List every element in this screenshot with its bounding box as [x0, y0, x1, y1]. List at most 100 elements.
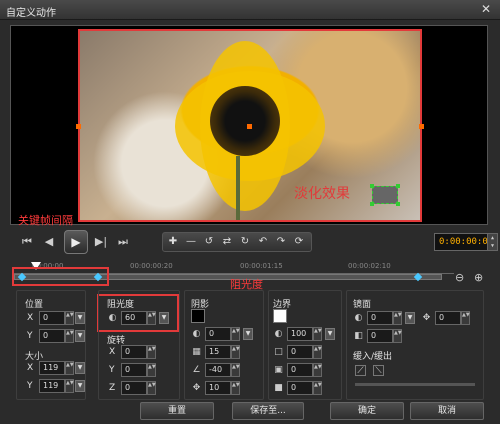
shadow-distance-spinner[interactable]: ▲▼	[231, 381, 240, 395]
size-x-label: X	[27, 363, 34, 373]
center-handle[interactable]	[247, 124, 252, 129]
shadow-angle-spinner[interactable]: ▲▼	[231, 363, 240, 377]
add-keyframe-icon[interactable]: ✚	[165, 236, 181, 250]
shadow-opacity-field[interactable]: 0	[205, 327, 231, 341]
border-width-icon: □	[274, 347, 283, 357]
border-soft-spinner[interactable]: ▲▼	[313, 363, 322, 377]
size-y-dropdown[interactable]: ▼	[75, 380, 85, 392]
position-y-field[interactable]: 0	[39, 329, 65, 343]
cancel-button[interactable]: 取消	[410, 402, 484, 420]
ease-out-icon[interactable]: ⟍	[373, 365, 384, 376]
size-y-spinner[interactable]: ▲▼	[65, 379, 74, 393]
mirror-opacity-field[interactable]: 0	[367, 311, 393, 325]
position-x-field[interactable]: 0	[39, 311, 65, 325]
ease-slider[interactable]	[355, 383, 475, 386]
zoom-in-icon[interactable]: ⊕	[474, 271, 483, 284]
prev-frame-icon[interactable]: ◀	[40, 234, 58, 250]
shadow-blur-field[interactable]: 15	[205, 345, 231, 359]
shadow-blur-icon: ▦	[192, 347, 201, 357]
save-as-button[interactable]: 保存至...	[232, 402, 304, 420]
timecode-value: 0:00:00:03	[439, 237, 494, 247]
border-soft-icon: ▣	[274, 365, 283, 375]
rotation-y-spinner[interactable]: ▲▼	[147, 363, 156, 377]
mirror-opacity-dropdown[interactable]: ▼	[405, 312, 415, 324]
border-corner-field[interactable]: 0	[287, 381, 313, 395]
rotation-y-field[interactable]: 0	[121, 363, 147, 377]
border-opacity-field[interactable]: 100	[287, 327, 313, 341]
size-x-spinner[interactable]: ▲▼	[65, 361, 74, 375]
reverse-icon[interactable]: ↺	[201, 236, 217, 250]
opacity-icon: ◐	[108, 313, 117, 323]
refresh-icon[interactable]: ⟳	[291, 236, 307, 250]
transport-bar: ⏮ ◀ ▶ ▶| ⏭ ✚ — ↺ ⇄ ↻ ↶ ↷ ⟳ 0:00:00:03 ▲ ▼	[14, 230, 498, 254]
border-color-swatch[interactable]	[273, 309, 287, 323]
shadow-blur-spinner[interactable]: ▲▼	[231, 345, 240, 359]
footer-bar: 重置 保存至... 确定 取消	[0, 400, 500, 424]
opacity-spinner[interactable]: ▲▼	[147, 311, 156, 325]
border-opacity-dropdown[interactable]: ▼	[325, 328, 335, 340]
keyframe-toolbar: ✚ — ↺ ⇄ ↻ ↶ ↷ ⟳	[162, 232, 312, 252]
title-bar: 自定义动作 ✕	[0, 0, 500, 20]
mirror-opacity-spinner[interactable]: ▲▼	[393, 311, 402, 325]
resize-handle-left[interactable]	[76, 124, 81, 129]
undo-icon[interactable]: ↶	[255, 236, 271, 250]
size-x-field[interactable]: 119	[39, 361, 65, 375]
go-start-icon[interactable]: ⏮	[18, 234, 36, 250]
sunflower-stem	[236, 156, 240, 220]
rotation-x-field[interactable]: 0	[121, 345, 147, 359]
opacity-dropdown[interactable]: ▼	[159, 312, 169, 324]
size-y-label: Y	[27, 381, 33, 391]
shadow-distance-field[interactable]: 10	[205, 381, 231, 395]
rotation-y-label: Y	[109, 365, 115, 375]
keyframe-interval-highlight	[12, 267, 109, 286]
mirror-offset-spinner[interactable]: ▲▼	[461, 311, 470, 325]
rotate-icon[interactable]: ↻	[237, 236, 253, 250]
size-y-field[interactable]: 119	[39, 379, 65, 393]
play-button[interactable]: ▶	[64, 230, 88, 254]
position-x-dropdown[interactable]: ▼	[75, 312, 85, 324]
reset-button[interactable]: 重置	[140, 402, 214, 420]
shadow-angle-field[interactable]: -40	[205, 363, 231, 377]
close-icon[interactable]: ✕	[478, 2, 494, 17]
shadow-opacity-spinner[interactable]: ▲▼	[231, 327, 240, 341]
redo-icon[interactable]: ↷	[273, 236, 289, 250]
mirror-fade-icon: ◧	[354, 331, 363, 341]
position-x-spinner[interactable]: ▲▼	[65, 311, 74, 325]
position-y-spinner[interactable]: ▲▼	[65, 329, 74, 343]
next-frame-icon[interactable]: ▶|	[92, 234, 110, 250]
shadow-opacity-dropdown[interactable]: ▼	[243, 328, 253, 340]
mirror-fade-field[interactable]: 0	[367, 329, 393, 343]
border-width-field[interactable]: 0	[287, 345, 313, 359]
mirror-fade-spinner[interactable]: ▲▼	[393, 329, 402, 343]
border-width-spinner[interactable]: ▲▼	[313, 345, 322, 359]
size-x-dropdown[interactable]: ▼	[75, 362, 85, 374]
position-size-panel: 位置 X 0 ▲▼ ▼ Y 0 ▲▼ ▼ 大小 X 119 ▲▼ ▼ Y 119…	[16, 290, 86, 400]
rotation-z-spinner[interactable]: ▲▼	[147, 381, 156, 395]
ease-label: 缓入/缓出	[353, 352, 393, 362]
ok-button[interactable]: 确定	[330, 402, 404, 420]
shadow-angle-icon: ∠	[192, 365, 201, 375]
tick-label: 00:00:00:20	[130, 262, 173, 270]
sunflower-center	[210, 86, 280, 156]
timecode-field[interactable]: 0:00:00:03 ▲ ▼	[434, 233, 498, 251]
go-end-icon[interactable]: ⏭	[114, 234, 132, 250]
rotation-z-field[interactable]: 0	[121, 381, 147, 395]
border-opacity-spinner[interactable]: ▲▼	[313, 327, 322, 341]
remove-keyframe-icon[interactable]: —	[183, 236, 199, 250]
resize-handle-right[interactable]	[419, 124, 424, 129]
rotation-x-spinner[interactable]: ▲▼	[147, 345, 156, 359]
mirror-opacity-icon: ◐	[354, 313, 363, 323]
shadow-color-swatch[interactable]	[191, 309, 205, 323]
mirror-offset-field[interactable]: 0	[435, 311, 461, 325]
opacity-field[interactable]: 60	[121, 311, 147, 325]
zoom-out-icon[interactable]: ⊖	[455, 271, 464, 284]
keyframe-marker[interactable]	[413, 272, 423, 282]
timecode-spinner[interactable]: ▲ ▼	[487, 234, 497, 250]
position-y-label: Y	[27, 331, 33, 341]
swap-icon[interactable]: ⇄	[219, 236, 235, 250]
mosaic-object[interactable]	[370, 184, 400, 206]
position-y-dropdown[interactable]: ▼	[75, 330, 85, 342]
border-soft-field[interactable]: 0	[287, 363, 313, 377]
border-corner-spinner[interactable]: ▲▼	[313, 381, 322, 395]
ease-in-icon[interactable]: ⟋	[355, 365, 366, 376]
